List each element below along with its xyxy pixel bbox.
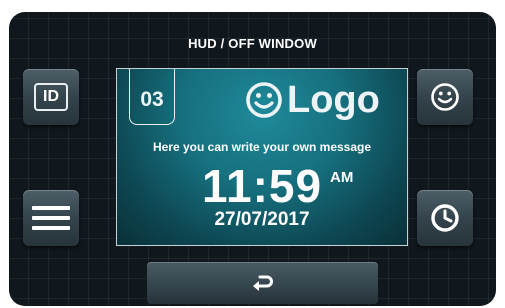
id-badge-icon: ID (34, 83, 68, 111)
time-display: 11:59 AM (117, 163, 407, 209)
return-arrow-icon (252, 275, 273, 291)
id-button-label: ID (43, 88, 59, 105)
menu-button[interactable] (23, 190, 79, 246)
back-button[interactable] (147, 262, 378, 304)
time-value: 11:59 (201, 160, 323, 212)
hamburger-menu-icon (32, 206, 70, 230)
smiley-icon (431, 83, 459, 111)
date-display: 27/07/2017 (214, 209, 310, 230)
logo-text: Logo (287, 79, 380, 121)
hud-preview-screen: 03 Logo Here you can write your own mess… (116, 68, 408, 246)
logo: Logo (245, 80, 380, 120)
logo-smiley-icon (246, 82, 282, 118)
clock-button[interactable] (417, 190, 473, 246)
ampm-indicator: AM (330, 169, 354, 186)
logo-button[interactable] (417, 69, 473, 125)
hud-device-panel: HUD / OFF WINDOW ID 03 Logo Here you can… (9, 12, 496, 306)
id-button[interactable]: ID (23, 69, 79, 125)
screen-id-number: 03 (129, 69, 175, 125)
custom-message: Here you can write your own message (152, 140, 372, 154)
window-title: HUD / OFF WINDOW (188, 36, 317, 51)
clock-icon (431, 204, 459, 232)
